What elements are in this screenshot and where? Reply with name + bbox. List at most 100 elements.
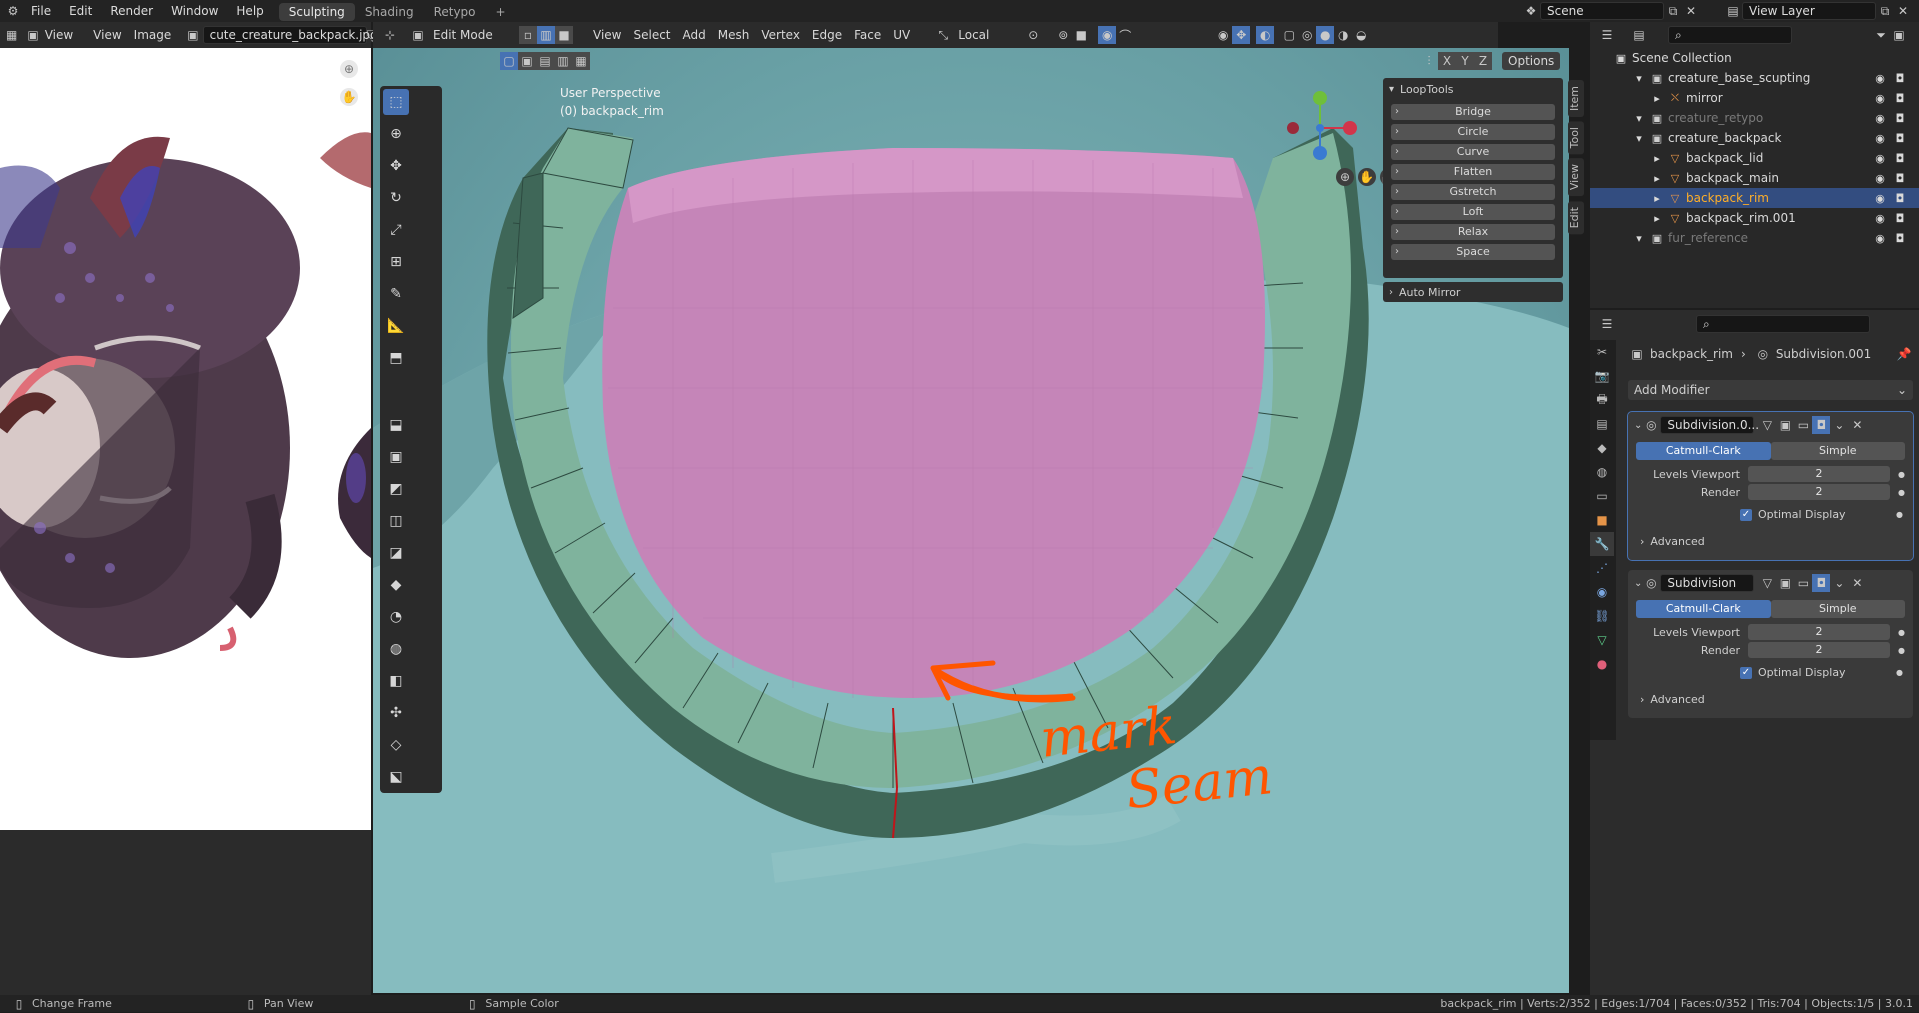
filter-icon[interactable]: ⏷ [1872, 26, 1890, 44]
render-camera-icon[interactable]: ◘ [1893, 171, 1907, 185]
zoom-view-icon[interactable]: ⊕ [1336, 168, 1354, 186]
snap-target-icon[interactable]: ■ [1072, 26, 1090, 44]
vp-menu-face[interactable]: Face [848, 26, 887, 44]
shading-wire-icon[interactable]: ◎ [1298, 26, 1316, 44]
render-tab-icon[interactable]: 📷 [1590, 364, 1614, 388]
outliner-item[interactable]: ▾ ▣ creature_retypo ◉ ◘ [1590, 108, 1919, 128]
display-mode-icon[interactable]: ▤ [1630, 26, 1648, 44]
checkbox-checked-icon[interactable]: ✓ [1740, 666, 1752, 679]
select-new-icon[interactable]: ▢ [500, 52, 518, 70]
flatten-button[interactable]: › Flatten [1391, 164, 1555, 180]
visibility-eye-icon[interactable]: ◉ [1873, 111, 1887, 125]
modifier-menu-icon[interactable]: ⌄ [1830, 574, 1848, 592]
select-intersect-icon[interactable]: ▦ [572, 52, 590, 70]
transform-tool-icon[interactable]: ⊞ [383, 249, 409, 275]
chevron-down-icon[interactable]: ⌄ [1634, 578, 1642, 589]
levels-viewport-field[interactable]: 2 [1748, 466, 1890, 482]
axis-y-toggle[interactable]: Y [1456, 52, 1474, 70]
advanced-subpanel[interactable]: Advanced [1650, 693, 1704, 706]
loft-button[interactable]: › Loft [1391, 204, 1555, 220]
keyframe-dot-icon[interactable]: ● [1898, 628, 1905, 637]
editor-type-3d-icon[interactable]: ⊹ [381, 26, 399, 44]
outliner-item[interactable]: ▸ ⛌ mirror ◉ ◘ [1590, 88, 1919, 108]
render-camera-icon[interactable]: ◘ [1893, 71, 1907, 85]
chevron-right-icon[interactable]: ▸ [1650, 171, 1664, 185]
view-mode-icon[interactable]: ▣ [27, 26, 38, 44]
outliner-type-icon[interactable]: ☰ [1598, 26, 1616, 44]
chevron-down-icon[interactable]: ⌄ [1634, 420, 1642, 431]
levels-viewport-field[interactable]: 2 [1748, 624, 1890, 640]
viewport-toggle-icon[interactable]: ▭ [1794, 574, 1812, 592]
scene-icon[interactable]: ❖ [1522, 2, 1540, 20]
select-invert-icon[interactable]: ▥ [554, 52, 572, 70]
close-scene-icon[interactable]: ✕ [1682, 2, 1700, 20]
scene-collection-row[interactable]: ▣ Scene Collection [1590, 48, 1919, 68]
edit-mode-toggle-icon[interactable]: ▽ [1758, 574, 1776, 592]
render-camera-icon[interactable]: ◘ [1893, 131, 1907, 145]
vp-menu-mesh[interactable]: Mesh [712, 26, 756, 44]
outliner-item[interactable]: ▾ ▣ creature_base_scupting ◉ ◘ [1590, 68, 1919, 88]
snap-icon[interactable]: ⊚ [1054, 26, 1072, 44]
view-layer-tab-icon[interactable]: ▤ [1590, 412, 1614, 436]
knife-tool-icon[interactable]: ◪ [383, 540, 409, 566]
outliner-item[interactable]: ▸ ▽ backpack_main ◉ ◘ [1590, 168, 1919, 188]
chevron-down-icon[interactable]: ▾ [1389, 84, 1394, 95]
chevron-right-icon[interactable]: ▸ [1650, 151, 1664, 165]
image-menu-image[interactable]: Image [128, 26, 178, 44]
select-subtract-icon[interactable]: ▤ [536, 52, 554, 70]
visibility-eye-icon[interactable]: ◉ [1873, 131, 1887, 145]
editor-type-icon[interactable]: ▦ [6, 26, 17, 44]
shrink-tool-icon[interactable]: ✣ [383, 700, 409, 726]
collection-tab-icon[interactable]: ▭ [1590, 484, 1614, 508]
visibility-icon[interactable]: ◉ [1214, 26, 1232, 44]
chevron-right-icon[interactable]: ▸ [1650, 91, 1664, 105]
tab-shading[interactable]: Shading [355, 3, 424, 21]
keyframe-dot-icon[interactable]: ● [1898, 488, 1905, 497]
edge-select-icon[interactable]: ▥ [537, 26, 555, 44]
view-layer-icon[interactable]: ▤ [1724, 2, 1742, 20]
render-toggle-icon[interactable]: ◘ [1812, 416, 1831, 434]
space-button[interactable]: › Space [1391, 244, 1555, 260]
chevron-right-icon[interactable]: › [1640, 535, 1644, 548]
viewport-toggle-icon[interactable]: ▭ [1794, 416, 1812, 434]
overlay-icon[interactable]: ◐ [1256, 26, 1275, 44]
edge-slide-tool-icon[interactable]: ◧ [383, 668, 409, 694]
menu-help[interactable]: Help [227, 0, 272, 22]
scene-tab-icon[interactable]: ◆ [1590, 436, 1614, 460]
xray-icon[interactable]: ▢ [1280, 26, 1298, 44]
close-view-layer-icon[interactable]: ✕ [1894, 2, 1912, 20]
outliner-item[interactable]: ▸ ▽ backpack_rim ◉ ◘ [1590, 188, 1919, 208]
mode-dropdown[interactable]: Edit Mode [427, 26, 519, 44]
curve-button[interactable]: › Curve [1391, 144, 1555, 160]
keyframe-dot-icon[interactable]: ● [1896, 510, 1903, 519]
modifier-menu-icon[interactable]: ⌄ [1830, 416, 1848, 434]
mirror-icon[interactable]: ⫶ [1420, 52, 1438, 70]
particles-tab-icon[interactable]: ⋰ [1590, 556, 1614, 580]
checkbox-checked-icon[interactable]: ✓ [1740, 508, 1752, 521]
visibility-eye-icon[interactable]: ◉ [1873, 91, 1887, 105]
menu-edit[interactable]: Edit [60, 0, 101, 22]
tab-sculpting[interactable]: Sculpting [278, 3, 355, 21]
visibility-eye-icon[interactable]: ◉ [1873, 151, 1887, 165]
modifier-name-field[interactable]: Subdivision [1660, 574, 1755, 592]
remove-modifier-icon[interactable]: ✕ [1848, 416, 1866, 434]
loop-cut-tool-icon[interactable]: ◫ [383, 508, 409, 534]
rotate-tool-icon[interactable]: ↻ [383, 185, 409, 211]
render-camera-icon[interactable]: ◘ [1893, 111, 1907, 125]
chevron-down-icon[interactable]: ▾ [1632, 131, 1646, 145]
extrude-tool-icon[interactable]: ⬓ [383, 412, 409, 438]
relax-button[interactable]: › Relax [1391, 224, 1555, 240]
bevel-tool-icon[interactable]: ◩ [383, 476, 409, 502]
add-modifier-button[interactable]: Add Modifier ⌄ [1628, 380, 1913, 400]
visibility-eye-icon[interactable]: ◉ [1873, 191, 1887, 205]
smooth-tool-icon[interactable]: ◍ [383, 636, 409, 662]
tool-tab-icon[interactable]: ✂ [1590, 340, 1614, 364]
pan-hand-icon[interactable]: ✋ [340, 88, 358, 106]
chevron-down-icon[interactable]: ▾ [1632, 71, 1646, 85]
orientation-dropdown[interactable]: Local [952, 26, 1024, 44]
menu-render[interactable]: Render [101, 0, 162, 22]
chevron-right-icon[interactable]: ▸ [1650, 191, 1664, 205]
orientation-icon[interactable]: ⤡ [934, 26, 952, 44]
circle-button[interactable]: › Circle [1391, 124, 1555, 140]
cage-toggle-icon[interactable]: ▣ [1776, 416, 1794, 434]
